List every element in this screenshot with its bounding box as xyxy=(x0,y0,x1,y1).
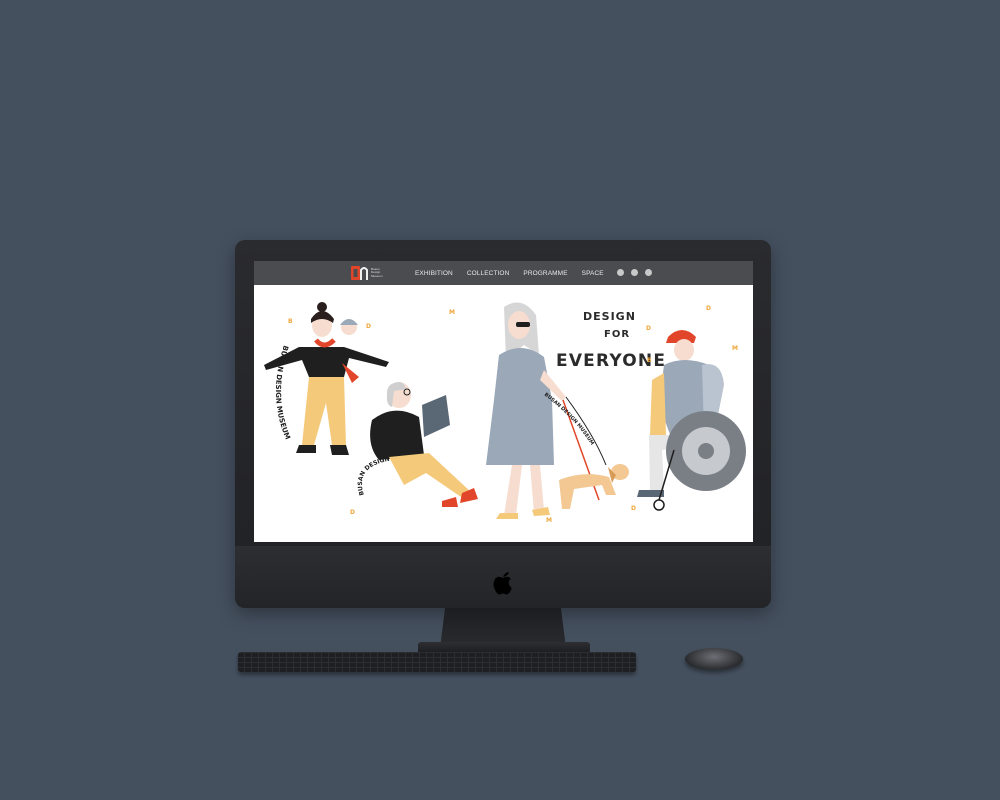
nav-item-space[interactable]: SPACE xyxy=(582,270,604,277)
hero-banner: BUSAN DESIGN MUSEUM BUSAN DESIGN MUSEUM … xyxy=(254,285,753,542)
site-nav-bar: Busan Design Museum EXHIBITION COLLECTIO… xyxy=(254,261,753,285)
curved-text-wheel: BUSAN DESIGN MUSEUM xyxy=(254,285,351,287)
hero-illustration: BUSAN DESIGN MUSEUM BUSAN DESIGN MUSEUM … xyxy=(254,285,746,519)
figure-reading-man xyxy=(370,382,478,507)
hero-title-line-1: DESIGN xyxy=(583,310,636,323)
scatter-letter: B xyxy=(647,357,652,364)
scatter-letter: M xyxy=(732,345,738,352)
logo-mark-icon xyxy=(351,266,368,280)
imac-chin xyxy=(235,546,771,608)
scatter-letter: D xyxy=(366,323,371,330)
scatter-letter: D xyxy=(646,325,651,332)
site-logo[interactable]: Busan Design Museum xyxy=(351,266,383,280)
apple-logo-icon xyxy=(493,572,512,595)
imac-monitor: Busan Design Museum EXHIBITION COLLECTIO… xyxy=(235,240,771,608)
mouse xyxy=(685,648,743,670)
nav-item-collection[interactable]: COLLECTION xyxy=(467,270,510,277)
scatter-letter: D xyxy=(706,305,711,312)
main-menu: EXHIBITION COLLECTION PROGRAMME SPACE xyxy=(415,261,604,285)
nav-icon-group xyxy=(617,269,652,276)
logo-line: Museum xyxy=(371,273,383,278)
user-icon[interactable] xyxy=(645,269,652,276)
language-icon[interactable] xyxy=(617,269,624,276)
scatter-letter: D xyxy=(350,509,355,516)
scatter-letter: D xyxy=(631,505,636,512)
monitor-screen: Busan Design Museum EXHIBITION COLLECTIO… xyxy=(254,261,753,542)
scatter-letter: M xyxy=(546,517,552,524)
scatter-letter: B xyxy=(288,318,293,325)
nav-item-programme[interactable]: PROGRAMME xyxy=(523,270,567,277)
logo-text: Busan Design Museum xyxy=(371,267,383,278)
hero-title-line-2: FOR xyxy=(604,329,631,340)
keyboard xyxy=(238,652,636,672)
nav-item-exhibition[interactable]: EXHIBITION xyxy=(415,270,453,277)
login-icon[interactable] xyxy=(631,269,638,276)
scatter-letter: M xyxy=(449,309,455,316)
